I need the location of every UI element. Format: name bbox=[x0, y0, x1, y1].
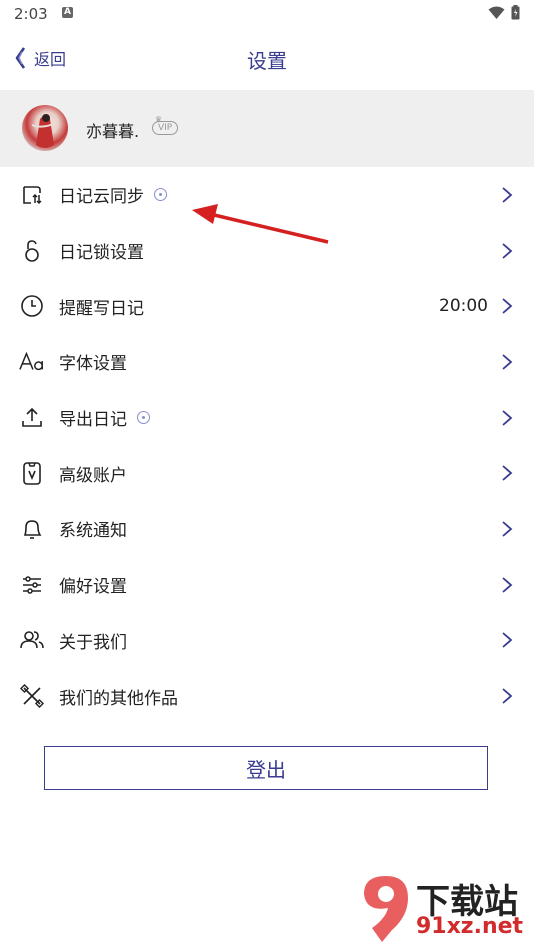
logout-button[interactable]: 登出 bbox=[44, 746, 488, 790]
menu-item-about[interactable]: 关于我们 bbox=[0, 613, 534, 669]
chevron-right-icon bbox=[502, 298, 513, 314]
chevron-right-icon bbox=[502, 354, 513, 370]
cloud-sync-icon bbox=[19, 182, 45, 208]
menu-item-cloud-sync[interactable]: 日记云同步 bbox=[0, 167, 534, 223]
settings-list: 日记云同步 日记锁设置 提醒写日记 20:00 字体设置 导出日记 高级账户 系… bbox=[0, 167, 534, 724]
menu-item-diary-lock[interactable]: 日记锁设置 bbox=[0, 223, 534, 279]
menu-item-label: 关于我们 bbox=[59, 632, 127, 653]
info-dot-icon bbox=[137, 411, 150, 425]
chevron-right-icon bbox=[502, 465, 513, 481]
font-icon bbox=[19, 349, 45, 375]
notification-icon: A bbox=[62, 7, 73, 18]
chevron-right-icon bbox=[502, 187, 513, 203]
menu-item-reminder[interactable]: 提醒写日记 20:00 bbox=[0, 278, 534, 334]
clock-icon bbox=[19, 293, 45, 319]
battery-icon bbox=[511, 5, 520, 20]
menu-item-label: 字体设置 bbox=[59, 354, 127, 375]
lock-icon bbox=[19, 238, 45, 264]
header: 返回 设置 bbox=[0, 30, 534, 88]
chevron-right-icon bbox=[502, 242, 513, 259]
status-indicators bbox=[488, 5, 520, 20]
chevron-right-icon bbox=[502, 409, 513, 426]
status-bar: 2:03 A bbox=[0, 0, 534, 28]
bell-icon bbox=[19, 516, 45, 542]
chevron-right-icon bbox=[502, 632, 513, 649]
menu-item-notifications[interactable]: 系统通知 bbox=[0, 501, 534, 557]
menu-item-label: 我们的其他作品 bbox=[59, 688, 178, 709]
menu-item-label: 系统通知 bbox=[59, 521, 127, 542]
watermark-url: 91xz.net bbox=[416, 914, 524, 939]
chevron-right-icon bbox=[502, 521, 513, 537]
menu-item-label: 日记锁设置 bbox=[59, 243, 144, 264]
status-time: 2:03 bbox=[14, 5, 48, 23]
page-title: 设置 bbox=[247, 49, 287, 73]
menu-item-preferences[interactable]: 偏好设置 bbox=[0, 557, 534, 613]
menu-item-label: 提醒写日记 bbox=[59, 298, 144, 319]
tools-icon bbox=[19, 683, 45, 709]
watermark-logo bbox=[364, 876, 408, 942]
sliders-icon bbox=[19, 572, 45, 598]
avatar-image bbox=[31, 114, 57, 148]
menu-item-export[interactable]: 导出日记 bbox=[0, 390, 534, 446]
profile-card[interactable]: 亦暮暮. ♛ VIP bbox=[0, 90, 534, 167]
vip-badge: VIP bbox=[152, 121, 179, 135]
avatar[interactable] bbox=[22, 105, 68, 151]
menu-item-premium-account[interactable]: 高级账户 bbox=[0, 445, 534, 501]
info-dot-icon bbox=[154, 188, 167, 202]
chevron-right-icon bbox=[502, 688, 513, 704]
reminder-time: 20:00 bbox=[439, 296, 488, 317]
people-icon bbox=[19, 627, 45, 653]
menu-item-other-apps[interactable]: 我们的其他作品 bbox=[0, 668, 534, 724]
wifi-icon bbox=[488, 6, 505, 19]
export-icon bbox=[19, 405, 45, 431]
watermark: 下载站 91xz.net bbox=[356, 872, 528, 948]
vip-account-icon bbox=[19, 460, 45, 486]
menu-item-label: 日记云同步 bbox=[59, 182, 167, 207]
menu-item-label: 高级账户 bbox=[59, 465, 127, 486]
chevron-right-icon bbox=[502, 576, 513, 593]
menu-item-font[interactable]: 字体设置 bbox=[0, 334, 534, 390]
menu-item-label: 偏好设置 bbox=[59, 577, 127, 598]
username: 亦暮暮. bbox=[86, 122, 140, 141]
menu-item-label: 导出日记 bbox=[59, 405, 150, 430]
